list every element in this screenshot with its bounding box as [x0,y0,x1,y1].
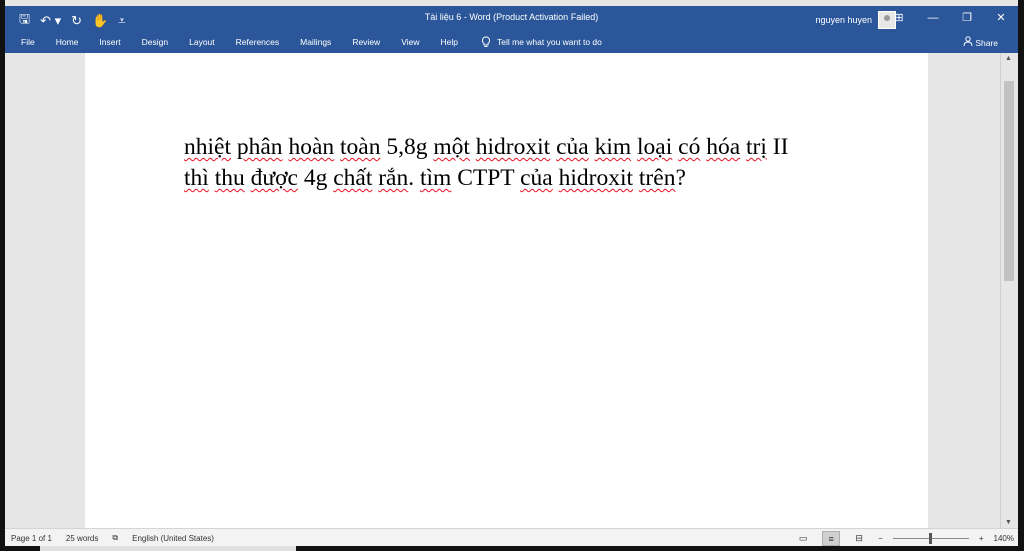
spelling-error-word[interactable]: được [251,165,298,191]
text-line-2[interactable]: thì thu được 4g chất rắn. tìm CTPT của h… [184,163,844,194]
document-page[interactable]: nhiệt phân hoàn toàn 5,8g một hidroxit c… [85,53,928,528]
print-layout-button[interactable]: ≡ [822,531,841,546]
zoom-out-button[interactable]: − [878,534,883,543]
minimize-button[interactable]: — [916,6,950,30]
screen-edge-right [1018,0,1024,551]
status-bar: Page 1 of 1 25 words ⧉ English (United S… [5,528,1018,547]
word-count[interactable]: 25 words [66,534,98,543]
spelling-error-word[interactable]: loại [637,134,672,160]
spelling-error-word[interactable]: một [433,134,470,160]
spelling-error-word[interactable]: tìm [420,165,451,191]
tab-references[interactable]: References [236,37,279,47]
spelling-error-word[interactable]: trị [746,134,767,160]
scroll-thumb[interactable] [1004,81,1014,281]
spelling-error-word[interactable]: có [678,134,700,160]
spelling-error-word[interactable]: của [520,165,553,191]
spelling-error-word[interactable]: hoàn [288,134,334,160]
text-run[interactable]: II [767,134,789,160]
scroll-up-icon[interactable]: ▲ [1005,55,1012,62]
restore-button[interactable]: ❐ [950,6,984,30]
document-area[interactable]: nhiệt phân hoàn toàn 5,8g một hidroxit c… [5,53,1001,528]
window-controls: ⊞ — ❐ ✕ [882,6,1018,30]
zoom-in-button[interactable]: + [979,534,984,543]
text-run[interactable]: 5,8g [380,134,433,160]
tab-help[interactable]: Help [440,37,457,47]
zoom-level[interactable]: 140% [994,534,1014,543]
spelling-error-word[interactable]: thu [215,165,245,191]
text-line-1[interactable]: nhiệt phân hoàn toàn 5,8g một hidroxit c… [184,132,844,163]
share-button[interactable]: Share [963,36,998,48]
spelling-error-word[interactable]: kim [595,134,632,160]
title-bar: 🖫 ↶ ▾ ↻ ✋ ⩡ Tài liệu 6 - Word (Product A… [5,6,1018,30]
taskbar [0,546,1024,551]
spelling-error-word[interactable]: phân [237,134,283,160]
spelling-error-word[interactable]: hidroxit [476,134,550,160]
proofing-icon[interactable]: ⧉ [112,533,118,543]
close-button[interactable]: ✕ [984,6,1018,30]
scroll-down-icon[interactable]: ▼ [1005,519,1012,526]
tab-design[interactable]: Design [142,37,168,47]
tab-mailings[interactable]: Mailings [300,37,331,47]
tell-me-box[interactable]: Tell me what you want to do [481,36,602,48]
spelling-error-word[interactable]: của [556,134,589,160]
tab-layout[interactable]: Layout [189,37,215,47]
spelling-error-word[interactable]: trên [639,165,676,191]
read-mode-button[interactable]: ▭ [794,531,812,546]
tab-file[interactable]: File [21,37,35,47]
spelling-error-word[interactable]: toàn [340,134,380,160]
tab-view[interactable]: View [401,37,419,47]
text-run[interactable]: 4g [298,165,333,191]
ribbon-display-options-button[interactable]: ⊞ [882,6,916,30]
text-run[interactable]: CTPT [451,165,520,191]
tab-insert[interactable]: Insert [99,37,120,47]
page-count[interactable]: Page 1 of 1 [11,534,52,543]
spelling-error-word[interactable]: thì [184,165,209,191]
taskbar-item[interactable] [40,546,296,551]
tab-home[interactable]: Home [56,37,79,47]
spelling-error-word[interactable]: rắn [378,165,408,191]
share-label: Share [975,38,998,48]
spelling-error-word[interactable]: hóa [706,134,740,160]
user-name: nguyen huyen [815,15,872,25]
vertical-scrollbar[interactable]: ▲ ▼ [1000,53,1018,528]
tell-me-text: Tell me what you want to do [497,37,602,47]
zoom-slider-knob[interactable] [929,533,933,544]
text-run[interactable]: ? [675,165,685,191]
lightbulb-icon [481,36,491,47]
web-layout-button[interactable]: ⊟ [850,531,868,546]
spelling-error-word[interactable]: nhiệt [184,134,231,160]
zoom-slider[interactable] [892,533,969,544]
text-run[interactable]: . [408,165,420,191]
tab-review[interactable]: Review [352,37,380,47]
spelling-error-word[interactable]: chất [333,165,372,191]
language[interactable]: English (United States) [132,534,214,543]
ribbon-tabs-bar: File Home Insert Design Layout References Mail… [5,30,1018,53]
spelling-error-word[interactable]: hidroxit [559,165,633,191]
ribbon-tabs: File Home Insert Design Layout References Mail… [21,37,479,47]
document-text[interactable]: nhiệt phân hoàn toàn 5,8g một hidroxit c… [184,132,844,194]
person-icon [963,36,973,47]
